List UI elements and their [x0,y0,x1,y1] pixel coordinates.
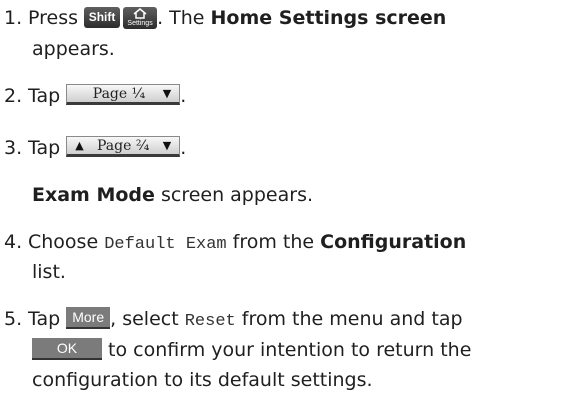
instructions-page: 1. Press Shift Settings . The Home Setti… [0,0,568,401]
step-text: . [180,137,187,159]
step-1-cont: appears. [32,38,115,60]
page-1-softkey[interactable]: Page ¹⁄₄ ▼ [66,84,181,105]
step-5-cont2: configuration to its default settings. [32,369,373,391]
step-text: from the [232,231,315,253]
step-number: 2. [4,85,23,107]
config-value: Default Exam [104,235,227,254]
softkey-label: Page ²⁄₄ [97,137,150,154]
softkey-label: Page ¹⁄₄ [92,85,146,102]
home-icon [133,7,147,19]
ok-button[interactable]: OK [32,337,102,360]
step-text: Tap [28,85,61,107]
step-text: . The [157,7,205,29]
step-text: Tap [28,137,61,159]
step-number: 5. [4,308,23,330]
settings-key[interactable]: Settings [123,6,158,29]
up-arrow-icon: ▲ [75,138,84,152]
step-text: to confirm your intention to return the [108,339,472,361]
step-number: 1. [4,7,23,29]
step-text: Tap [28,308,61,330]
step-text: , select [110,308,179,330]
settings-key-label: Settings [127,19,153,27]
step-4-cont: list. [32,261,66,283]
step-number: 3. [4,137,23,159]
step-3-note: Exam Mode screen appears. [32,183,313,207]
step-text: . [180,85,187,107]
menu-option: Reset [184,312,236,331]
step-text: screen appears. [160,184,314,206]
step-5-cont: OK to confirm your intention to return t… [32,337,472,362]
shift-key[interactable]: Shift [84,7,121,28]
step-text: Press [28,7,79,29]
screen-name: Exam Mode [32,184,155,206]
step-text: Choose [28,231,99,253]
down-arrow-icon: ▼ [162,86,172,100]
down-arrow-icon: ▼ [162,138,172,152]
screen-name: Home Settings screen [210,7,447,29]
step-number: 4. [4,231,23,253]
step-text: from the menu and tap [241,308,463,330]
field-name: Configuration [320,231,467,253]
page-2-softkey[interactable]: ▲ Page ²⁄₄ ▼ [66,136,181,157]
more-button[interactable]: More [66,306,111,329]
